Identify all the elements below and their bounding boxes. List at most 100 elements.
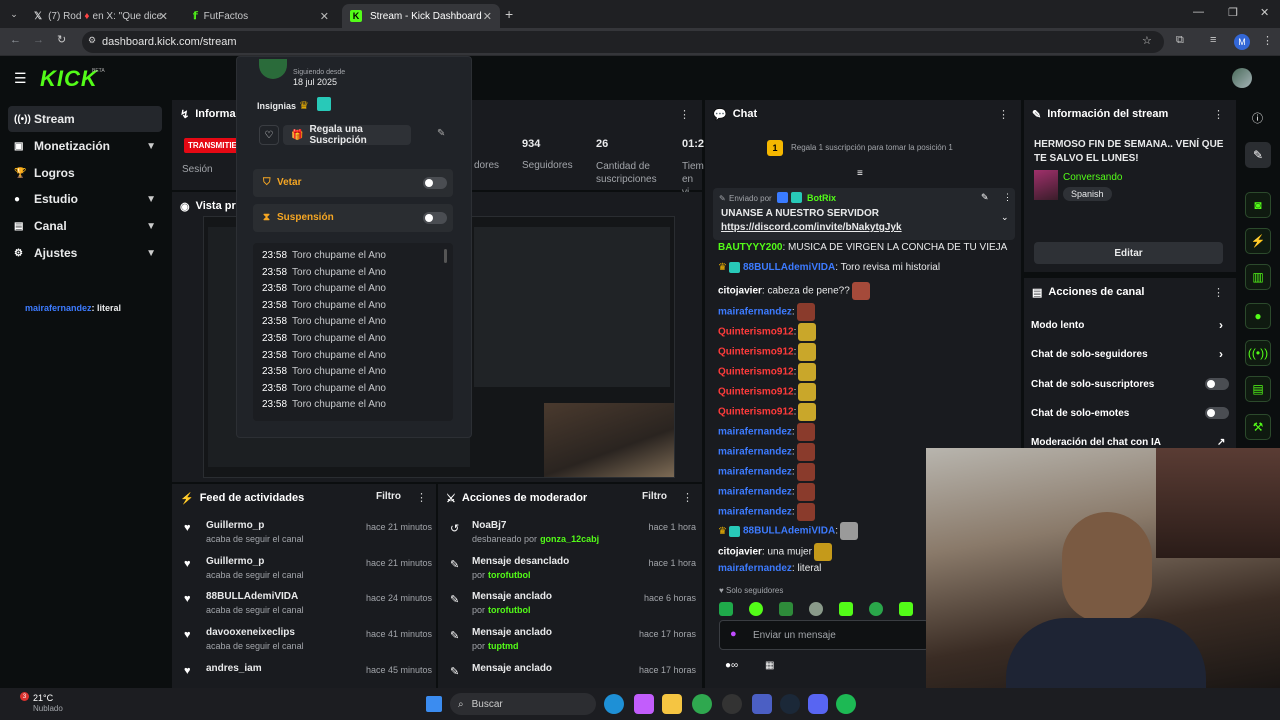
taskbar-search[interactable]: ⌕ Buscar xyxy=(450,693,596,715)
chat-username[interactable]: citojavier xyxy=(718,547,762,558)
edit-panel-button[interactable]: ✎ xyxy=(1245,142,1271,168)
chat-username[interactable]: mairafernandez xyxy=(718,307,792,318)
moderator-action-item[interactable]: ✎ Mensaje anclado por torofutbol hace 6 hora… xyxy=(448,591,696,625)
moderator-action-item[interactable]: ✎ Mensaje desanclado por torofutbol hace 1 h… xyxy=(448,556,696,590)
moderator-filter-button[interactable]: Filtro xyxy=(642,491,667,502)
discord-icon[interactable] xyxy=(808,694,828,714)
activity-item[interactable]: ♥ davooxeneixeclips acaba de seguir el can… xyxy=(182,627,432,661)
chat-input[interactable]: ● Enviar un mensaje xyxy=(719,620,929,650)
emote-icon[interactable] xyxy=(719,602,733,616)
emote-icon[interactable] xyxy=(749,602,763,616)
chrome-icon[interactable] xyxy=(692,694,712,714)
activity-item[interactable]: ♥ Guillermo_p acaba de seguir el canal hace… xyxy=(182,556,432,590)
moderator-name[interactable]: gonza_12cabj xyxy=(540,534,599,544)
gift-sub-button[interactable]: 🎁 Regala una Suscripción xyxy=(283,124,411,146)
spotify-icon[interactable] xyxy=(836,694,856,714)
subscribers-only-toggle[interactable] xyxy=(1205,378,1229,390)
minimize-icon[interactable]: — xyxy=(1193,6,1204,18)
sidebar-item-monetizacion[interactable]: ▣ Monetización ▼ xyxy=(8,133,162,159)
file-explorer-icon[interactable] xyxy=(662,694,682,714)
edit-button[interactable]: Editar xyxy=(1034,242,1223,264)
close-tab-icon[interactable]: ✕ xyxy=(483,10,492,23)
close-tab-icon[interactable]: ✕ xyxy=(320,10,329,23)
info-icon[interactable]: ⓘ xyxy=(1252,110,1263,126)
hamburger-icon[interactable]: ☰ xyxy=(14,70,27,87)
pin-icon[interactable]: ✎ xyxy=(437,128,445,139)
users-icon[interactable]: ●∞ xyxy=(725,660,738,671)
emote-icon[interactable] xyxy=(779,602,793,616)
more-options-icon[interactable]: ⋮ xyxy=(1213,286,1224,299)
follow-heart-button[interactable]: ♡ xyxy=(259,125,279,145)
ai-moderation-row[interactable]: Moderación del chat con IA ↗ xyxy=(1031,437,1227,448)
chat-username[interactable]: Quinterismo912 xyxy=(718,347,794,358)
pinned-user[interactable]: BotRix xyxy=(807,193,836,203)
emote-icon[interactable] xyxy=(899,602,913,616)
camera-button[interactable]: ◙ xyxy=(1245,192,1271,218)
edge-icon[interactable] xyxy=(604,694,624,714)
close-tab-icon[interactable]: ✕ xyxy=(159,10,168,23)
slow-mode-row[interactable]: Modo lento › xyxy=(1031,318,1227,332)
chat-username[interactable]: Quinterismo912 xyxy=(718,387,794,398)
restore-icon[interactable]: ❐ xyxy=(1228,6,1238,19)
reload-icon[interactable]: ↻ xyxy=(57,33,66,46)
sidebar-item-ajustes[interactable]: ⚙ Ajustes ▼ xyxy=(8,240,162,266)
sidebar-item-estudio[interactable]: ● Estudio ▼ xyxy=(8,186,162,212)
bookmark-star-icon[interactable]: ☆ xyxy=(1142,34,1152,47)
chat-username[interactable]: mairafernandez xyxy=(718,447,792,458)
media-icon[interactable]: ≡ xyxy=(1210,34,1216,46)
chat-username[interactable]: BAUTYYY200 xyxy=(718,242,782,253)
more-options-icon[interactable]: ⋮ xyxy=(682,491,693,504)
more-options-icon[interactable]: ⋮ xyxy=(416,491,427,504)
scrollbar[interactable] xyxy=(444,249,447,263)
layout-button[interactable]: ▤ xyxy=(1245,376,1271,402)
app-icon[interactable] xyxy=(722,694,742,714)
emote-icon[interactable] xyxy=(809,602,823,616)
category-name[interactable]: Conversando xyxy=(1063,172,1122,183)
site-info-icon[interactable]: ⚙ xyxy=(88,35,96,46)
store-icon[interactable]: ▦ xyxy=(765,660,774,671)
bolt-button[interactable]: ⚡ xyxy=(1245,228,1271,254)
pinned-link[interactable]: https://discord.com/invite/bNakytgJyk xyxy=(721,222,902,233)
extensions-icon[interactable]: ⧉ xyxy=(1176,34,1184,47)
user-avatar[interactable] xyxy=(1232,68,1252,88)
back-icon[interactable]: ← xyxy=(10,34,21,46)
profile-avatar[interactable]: M xyxy=(1234,34,1250,50)
more-options-icon[interactable]: ⋮ xyxy=(998,108,1009,121)
activity-item[interactable]: ♥ 88BULLAdemiVIDA acaba de seguir el canal… xyxy=(182,591,432,625)
teams-icon[interactable] xyxy=(752,694,772,714)
microphone-icon[interactable]: ● xyxy=(730,628,737,640)
clipboard-button[interactable]: ▥ xyxy=(1245,264,1271,290)
emote-icon[interactable] xyxy=(869,602,883,616)
moderator-name[interactable]: tuptmd xyxy=(488,641,519,651)
emotes-only-toggle[interactable] xyxy=(1205,407,1229,419)
sidebar-item-canal[interactable]: ▤ Canal ▼ xyxy=(8,213,162,239)
chat-username[interactable]: Quinterismo912 xyxy=(718,367,794,378)
kick-logo[interactable]: KICK xyxy=(40,66,98,92)
broadcast-button[interactable]: ((•)) xyxy=(1245,340,1271,366)
moderator-action-item[interactable]: ✎ Mensaje anclado por tuptmd hace 17 horas xyxy=(448,627,696,661)
more-options-icon[interactable]: ⋮ xyxy=(1213,108,1224,121)
chat-username[interactable]: mairafernandez xyxy=(718,507,792,518)
chat-username[interactable]: mairafernandez xyxy=(718,427,792,438)
forward-icon[interactable]: → xyxy=(33,34,44,46)
chat-username[interactable]: Quinterismo912 xyxy=(718,327,794,338)
tab-kick-dashboard[interactable]: K Stream - Kick Dashboard ✕ xyxy=(342,4,500,28)
chat-username[interactable]: 88BULLAdemiVIDA xyxy=(743,526,835,537)
activity-item[interactable]: ♥ Guillermo_p acaba de seguir el canal hace… xyxy=(182,520,432,554)
tab-futfactos[interactable]: 𝕗 FutFactos ✕ xyxy=(185,4,337,28)
gift-leaderboard-text[interactable]: Regala 1 suscripción para tomar la posic… xyxy=(791,143,953,152)
close-window-icon[interactable]: ✕ xyxy=(1260,6,1269,19)
moderator-name[interactable]: torofutbol xyxy=(488,605,530,615)
chat-username[interactable]: 88BULLAdemiVIDA xyxy=(743,262,835,273)
chat-username[interactable]: mairafernandez xyxy=(718,563,792,574)
sidebar-item-logros[interactable]: 🏆 Logros xyxy=(8,160,162,186)
activity-filter-button[interactable]: Filtro xyxy=(376,491,401,502)
address-bar[interactable]: ⚙ dashboard.kick.com/stream xyxy=(82,31,1164,53)
menu-icon[interactable]: ⋮ xyxy=(1262,34,1273,47)
tab-list-icon[interactable]: ⌄ xyxy=(6,6,22,22)
chat-username[interactable]: mairafernandez xyxy=(718,467,792,478)
chat-button[interactable]: ● xyxy=(1245,303,1271,329)
steam-icon[interactable] xyxy=(780,694,800,714)
followers-only-row[interactable]: Chat de solo-seguidores › xyxy=(1031,347,1227,361)
collapse-icon[interactable]: ≡ xyxy=(857,168,863,179)
